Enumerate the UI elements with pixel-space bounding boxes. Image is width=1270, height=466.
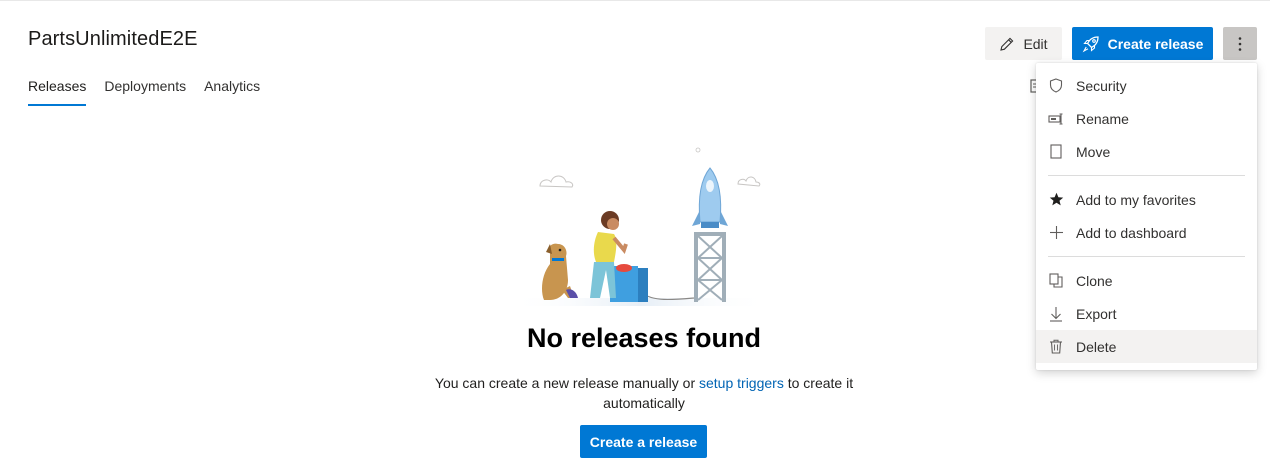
tab-releases[interactable]: Releases bbox=[28, 78, 87, 106]
create-a-release-button[interactable]: Create a release bbox=[580, 425, 707, 458]
tab-bar: Releases Deployments Analytics bbox=[28, 78, 278, 106]
pencil-icon bbox=[1000, 37, 1014, 51]
star-icon bbox=[1048, 192, 1064, 208]
download-icon bbox=[1048, 306, 1064, 322]
edit-button[interactable]: Edit bbox=[985, 27, 1062, 60]
menu-item-rename[interactable]: Rename bbox=[1036, 102, 1257, 135]
page-title: PartsUnlimitedE2E bbox=[28, 28, 198, 50]
move-icon bbox=[1048, 144, 1064, 160]
empty-state-title: No releases found bbox=[526, 323, 762, 353]
empty-state-illustration bbox=[510, 147, 770, 306]
menu-item-add-dashboard[interactable]: Add to dashboard bbox=[1036, 216, 1257, 249]
shield-icon bbox=[1048, 78, 1064, 94]
top-divider bbox=[0, 0, 1270, 1]
rocket-icon bbox=[1082, 35, 1099, 52]
menu-item-clone[interactable]: Clone bbox=[1036, 264, 1257, 297]
create-release-label: Create release bbox=[1107, 35, 1204, 52]
menu-item-security[interactable]: Security bbox=[1036, 69, 1257, 102]
tab-deployments[interactable]: Deployments bbox=[104, 78, 186, 106]
empty-state-description: You can create a new release manually or… bbox=[434, 375, 854, 411]
menu-item-move[interactable]: Move bbox=[1036, 135, 1257, 168]
more-vertical-icon bbox=[1238, 36, 1242, 51]
tab-analytics[interactable]: Analytics bbox=[204, 78, 260, 106]
plus-icon bbox=[1048, 225, 1064, 241]
create-release-button[interactable]: Create release bbox=[1072, 27, 1213, 60]
setup-triggers-link[interactable]: setup triggers bbox=[699, 375, 784, 391]
more-actions-button[interactable] bbox=[1223, 27, 1257, 60]
clone-icon bbox=[1048, 273, 1064, 289]
menu-separator bbox=[1048, 175, 1245, 176]
menu-item-add-favorites[interactable]: Add to my favorites bbox=[1036, 183, 1257, 216]
rename-icon bbox=[1048, 111, 1064, 127]
menu-separator bbox=[1048, 256, 1245, 257]
edit-button-label: Edit bbox=[1023, 35, 1048, 52]
